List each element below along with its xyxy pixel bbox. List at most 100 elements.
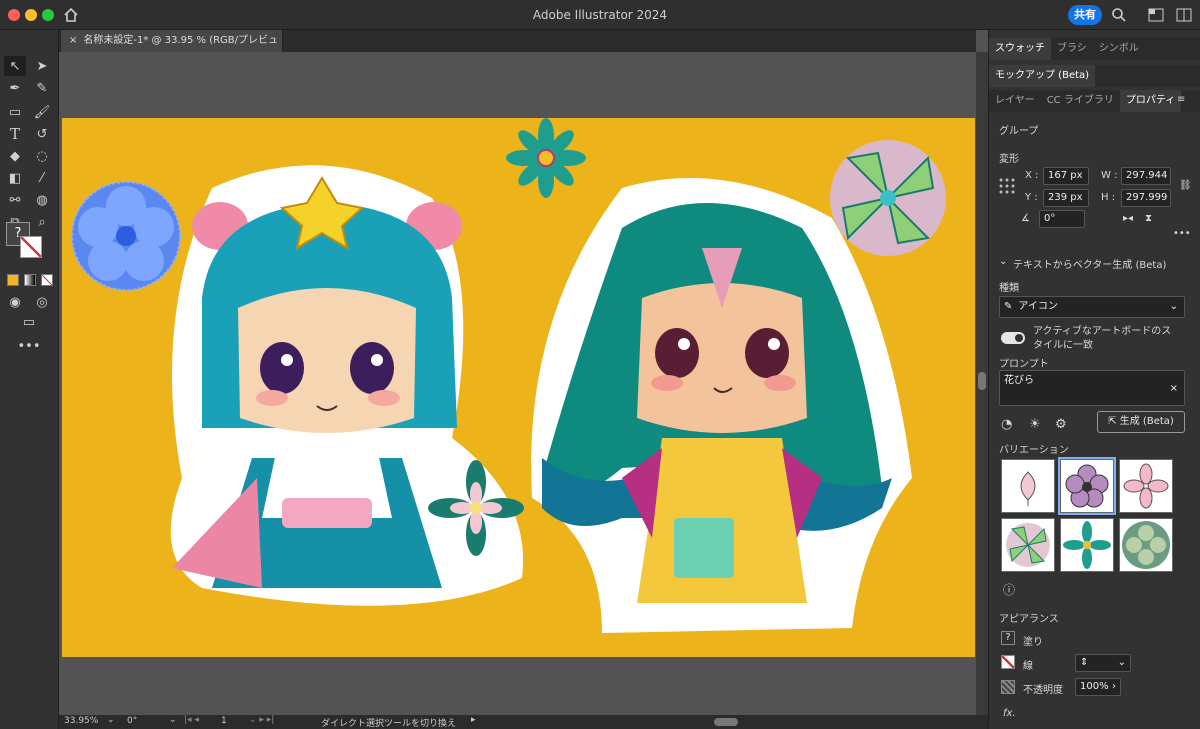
rotation-dropdown-icon[interactable]: ⌄ [169, 715, 177, 725]
document-tab[interactable]: ×名称未設定-1* @ 33.95 % (RGB/プレビュー) [61, 30, 283, 68]
lightbulb-icon[interactable]: ☀ [1029, 417, 1041, 432]
type-tool-icon[interactable]: T [4, 124, 26, 144]
h-label: H : [1101, 192, 1116, 203]
vertical-scrollbar[interactable] [976, 52, 988, 715]
tool-hint: ダイレクト選択ツールを切り換え [321, 719, 457, 729]
more-tools-icon[interactable]: ••• [18, 336, 41, 356]
first-artboard-icon[interactable]: |◂ ◂ [184, 715, 199, 725]
blend-tool-icon[interactable]: ⚯ [4, 190, 26, 210]
variation-thumb-5[interactable] [1060, 518, 1114, 572]
flip-vertical-icon[interactable]: ⧗ [1145, 213, 1152, 224]
reference-point-icon[interactable] [999, 178, 1015, 194]
variation-thumb-6[interactable] [1119, 518, 1173, 572]
tab-symbols[interactable]: シンボル [1093, 38, 1145, 60]
tab-layers[interactable]: レイヤー [989, 90, 1041, 112]
generate-label: 生成 (Beta) [1119, 416, 1174, 427]
rectangle-tool-icon[interactable]: ▭ [4, 102, 26, 122]
artboard-number[interactable]: 1 [221, 716, 227, 726]
match-style-toggle[interactable] [1001, 332, 1025, 344]
group-label: グループ [999, 126, 1039, 137]
artboard[interactable] [62, 118, 975, 657]
tab-swatches[interactable]: スウォッチ [989, 38, 1051, 60]
h-field[interactable]: 297.999 [1121, 189, 1171, 207]
gradient-mode-icon[interactable] [24, 274, 36, 286]
share-button[interactable]: 共有 [1068, 5, 1102, 25]
gradient-tool-icon[interactable]: ◧ [4, 168, 26, 188]
paintbrush-tool-icon[interactable]: 🖌 [31, 102, 53, 122]
eyedropper-tool-icon[interactable]: ⁄ [31, 168, 53, 188]
opacity-field[interactable]: 100% › [1075, 678, 1121, 696]
zoom-tool-icon[interactable]: ⌕ [31, 212, 53, 232]
stroke-weight-dropdown-icon[interactable]: ⌄ [1118, 655, 1126, 671]
green-flower-art [830, 140, 946, 256]
stroke-swatch[interactable] [20, 236, 42, 258]
selection-tool-icon[interactable]: ↖ [4, 56, 26, 76]
variation-thumb-1[interactable] [1001, 459, 1055, 513]
y-field[interactable]: 239 px [1043, 189, 1089, 207]
angle-icon: ∡ [1021, 213, 1030, 224]
prompt-input[interactable]: 花びら × [999, 370, 1185, 406]
screen-mode-icon[interactable]: ▭ [18, 312, 40, 332]
variations-label: バリエーション [999, 445, 1069, 456]
rotation-value[interactable]: 0° [127, 716, 137, 726]
zoom-dropdown-icon[interactable]: ⌄ [107, 715, 115, 725]
tab-brushes[interactable]: ブラシ [1051, 38, 1093, 60]
w-field[interactable]: 297.944 [1121, 167, 1171, 185]
pen-tool-icon[interactable]: ✒ [4, 78, 26, 98]
status-menu-icon[interactable]: ▸ [471, 715, 476, 725]
eraser-tool-icon[interactable]: ◆ [4, 146, 26, 166]
zoom-level[interactable]: 33.95% [64, 716, 98, 726]
search-icon[interactable] [1111, 7, 1127, 23]
workspace-icon[interactable] [1148, 8, 1164, 22]
panel-menu-icon[interactable]: ≡ [1177, 94, 1185, 105]
stroke-appearance-swatch[interactable] [1001, 655, 1015, 669]
info-icon[interactable]: ⓘ [1003, 581, 1015, 598]
generate-button[interactable]: ⇱ 生成 (Beta) [1097, 411, 1185, 433]
constrain-proportions-icon[interactable]: ⛓ [1179, 180, 1192, 191]
w-label: W : [1101, 170, 1118, 181]
status-bar: 33.95% ⌄ 0° ⌄ |◂ ◂ 1 ⌄ ▸ ▸| ダイレクト選択ツールを切… [59, 715, 988, 729]
tab-mockup[interactable]: モックアップ (Beta) [989, 65, 1096, 87]
next-artboard-icon[interactable]: ⌄ ▸ ▸| [249, 715, 274, 725]
variation-thumb-2[interactable] [1058, 457, 1116, 515]
color-mode-icon[interactable] [7, 274, 19, 286]
draw-behind-icon[interactable]: ◎ [31, 292, 53, 312]
curvature-tool-icon[interactable]: ✎ [31, 78, 53, 98]
stroke-label: 線 [1023, 661, 1033, 672]
angle-field[interactable]: 0° [1039, 210, 1085, 228]
arrange-icon[interactable] [1176, 8, 1192, 22]
match-style-label-2: タイルに一致 [1033, 340, 1093, 351]
horizontal-scroll-thumb[interactable] [714, 718, 738, 726]
kind-select[interactable]: ✎ アイコン ⌄ [999, 296, 1185, 318]
shape-builder-tool-icon[interactable]: ◍ [31, 190, 53, 210]
x-field[interactable]: 167 px [1043, 167, 1089, 185]
fx-button[interactable]: fx. [1003, 708, 1016, 719]
opacity-label: 不透明度 [1023, 685, 1063, 696]
flip-horizontal-icon[interactable]: ▸◂ [1123, 213, 1133, 224]
lasso-tool-icon[interactable]: ◌ [31, 146, 53, 166]
t2v-collapse-icon[interactable]: ⌄ [999, 256, 1007, 267]
kind-label: 種類 [999, 283, 1019, 294]
tab-cc-libraries[interactable]: CC ライブラリ [1041, 90, 1120, 112]
transform-more-icon[interactable]: ••• [1173, 228, 1191, 239]
style-picker-icon[interactable]: ◔ [1001, 417, 1012, 432]
settings-gear-icon[interactable]: ⚙ [1055, 417, 1067, 432]
clear-prompt-icon[interactable]: × [1170, 381, 1178, 397]
right-character-art [531, 178, 912, 633]
variation-thumb-3[interactable] [1119, 459, 1173, 513]
tab-properties[interactable]: プロパティ [1119, 90, 1182, 112]
scroll-thumb[interactable] [978, 372, 986, 390]
fill-appearance-swatch[interactable]: ? [1001, 631, 1015, 645]
draw-normal-icon[interactable]: ◉ [4, 292, 26, 312]
teal-flower-art [506, 118, 586, 198]
opacity-arrow-icon[interactable]: › [1112, 679, 1116, 695]
transform-title: 変形 [999, 154, 1019, 165]
direct-selection-tool-icon[interactable]: ➤ [31, 56, 53, 76]
none-mode-icon[interactable] [41, 274, 53, 286]
stroke-weight-stepper-icon[interactable]: ⇕ [1080, 657, 1088, 668]
stroke-weight-field[interactable]: ⇕ ⌄ [1075, 654, 1131, 672]
variation-thumb-4[interactable] [1001, 518, 1055, 572]
close-tab-icon[interactable]: × [69, 35, 77, 46]
y-label: Y : [1025, 192, 1038, 203]
rotate-tool-icon[interactable]: ↺ [31, 124, 53, 144]
